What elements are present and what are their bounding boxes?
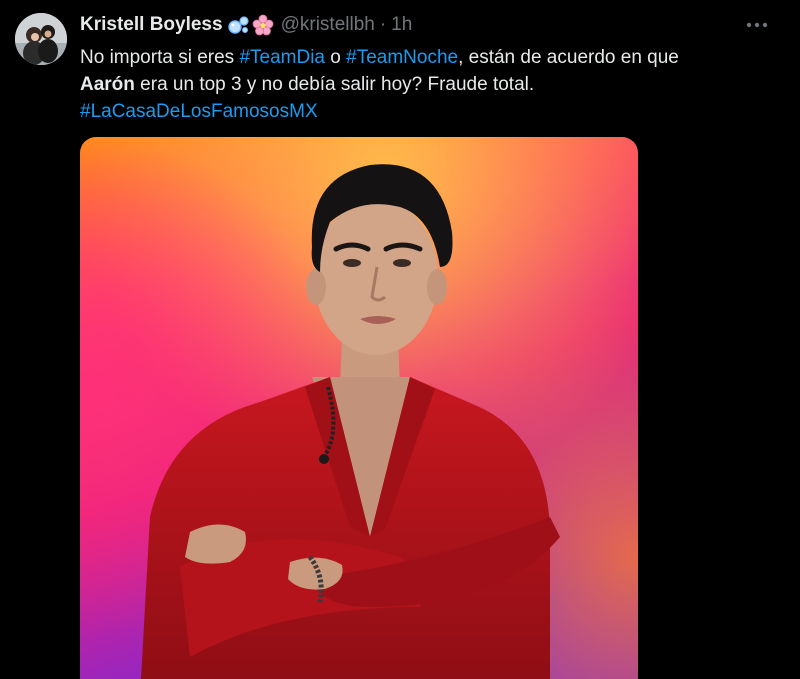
tweet[interactable]: Kristell Boyless @kristellbh · 1h No imp… <box>0 0 800 679</box>
hashtag-teamnoche-link[interactable]: #TeamNoche <box>346 47 458 68</box>
author-avatar[interactable] <box>15 13 67 65</box>
text-segment: era un top 3 y no debía salir hoy? Fraud… <box>134 74 535 95</box>
avatar-photo-icon <box>15 13 67 65</box>
bold-name: Aarón <box>80 74 135 95</box>
text-segment: o <box>325 47 347 68</box>
hashtag-lacasadelosfamososmx-link[interactable]: #LaCasaDeLosFamososMX <box>80 101 318 122</box>
text-segment: , están de acuerdo en que <box>458 47 679 68</box>
tweet-header: Kristell Boyless @kristellbh · 1h <box>80 12 412 38</box>
more-options-button[interactable] <box>742 12 772 38</box>
tweet-text: No importa si eres #TeamDia o #TeamNoche… <box>80 44 780 125</box>
portrait-photo-image <box>80 137 638 679</box>
tweet-media-photo[interactable] <box>80 137 638 679</box>
hashtag-teamdia-link[interactable]: #TeamDia <box>239 47 325 68</box>
tweet-timestamp[interactable]: 1h <box>391 14 412 36</box>
separator-dot: · <box>379 14 387 35</box>
text-segment: No importa si eres <box>80 47 240 68</box>
author-display-name[interactable]: Kristell Boyless <box>80 14 223 36</box>
cherry-blossom-emoji-icon <box>252 14 273 36</box>
bubbles-emoji-icon <box>227 16 249 34</box>
ellipsis-icon <box>746 22 768 28</box>
name-emojis <box>227 14 275 36</box>
author-handle[interactable]: @kristellbh <box>281 14 375 36</box>
